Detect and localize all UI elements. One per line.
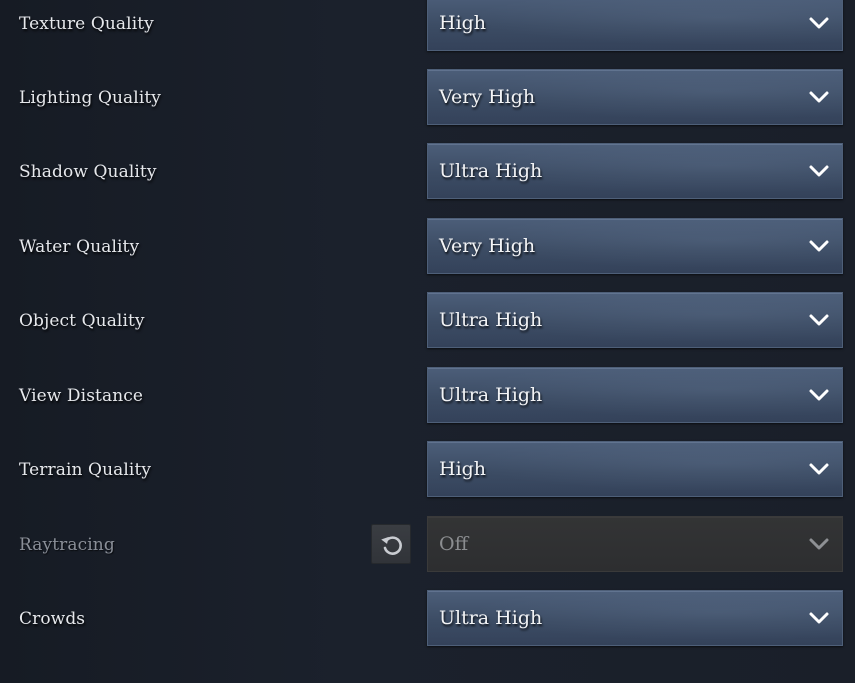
chevron-down-icon <box>808 90 830 104</box>
setting-label: View Distance <box>19 386 144 406</box>
reset-button[interactable] <box>371 524 411 564</box>
chevron-down-icon <box>808 239 830 253</box>
setting-row-water-quality: Water Quality Very High <box>0 217 855 277</box>
setting-row-lighting-quality: Lighting Quality Very High <box>0 68 855 128</box>
setting-row-raytracing: Raytracing Off <box>0 515 855 575</box>
chevron-down-icon <box>808 388 830 402</box>
setting-label: Texture Quality <box>19 14 154 34</box>
setting-row-object-quality: Object Quality Ultra High <box>0 291 855 351</box>
water-quality-dropdown[interactable]: Very High <box>427 218 843 274</box>
setting-row-terrain-quality: Terrain Quality High <box>0 440 855 500</box>
setting-row-shadow-quality: Shadow Quality Ultra High <box>0 142 855 202</box>
chevron-down-icon <box>808 164 830 178</box>
setting-row-view-distance: View Distance Ultra High <box>0 366 855 426</box>
setting-label: Object Quality <box>19 311 145 331</box>
dropdown-value: Very High <box>439 86 536 108</box>
view-distance-dropdown[interactable]: Ultra High <box>427 367 843 423</box>
terrain-quality-dropdown[interactable]: High <box>427 441 843 497</box>
chevron-down-icon <box>808 313 830 327</box>
reset-icon <box>381 536 402 555</box>
raytracing-dropdown: Off <box>427 516 843 572</box>
setting-label: Shadow Quality <box>19 162 157 182</box>
setting-row-crowds: Crowds Ultra High <box>0 589 855 649</box>
dropdown-value: Ultra High <box>439 607 543 629</box>
lighting-quality-dropdown[interactable]: Very High <box>427 69 843 125</box>
dropdown-value: Off <box>439 533 469 555</box>
chevron-down-icon <box>808 537 830 551</box>
dropdown-value: Ultra High <box>439 160 543 182</box>
setting-label: Water Quality <box>19 237 140 257</box>
crowds-dropdown[interactable]: Ultra High <box>427 590 843 646</box>
object-quality-dropdown[interactable]: Ultra High <box>427 292 843 348</box>
chevron-down-icon <box>808 462 830 476</box>
dropdown-value: Very High <box>439 235 536 257</box>
setting-label: Crowds <box>19 609 86 629</box>
dropdown-value: Ultra High <box>439 384 543 406</box>
setting-label: Terrain Quality <box>19 460 152 480</box>
setting-row-texture-quality: Texture Quality High <box>0 0 855 54</box>
shadow-quality-dropdown[interactable]: Ultra High <box>427 143 843 199</box>
setting-label: Raytracing <box>19 535 115 555</box>
texture-quality-dropdown[interactable]: High <box>427 0 843 51</box>
dropdown-value: Ultra High <box>439 309 543 331</box>
dropdown-value: High <box>439 12 487 34</box>
dropdown-value: High <box>439 458 487 480</box>
chevron-down-icon <box>808 611 830 625</box>
setting-label: Lighting Quality <box>19 88 161 108</box>
graphics-settings-panel: Texture Quality High Lighting Quality Ve… <box>0 0 855 683</box>
chevron-down-icon <box>808 16 830 30</box>
